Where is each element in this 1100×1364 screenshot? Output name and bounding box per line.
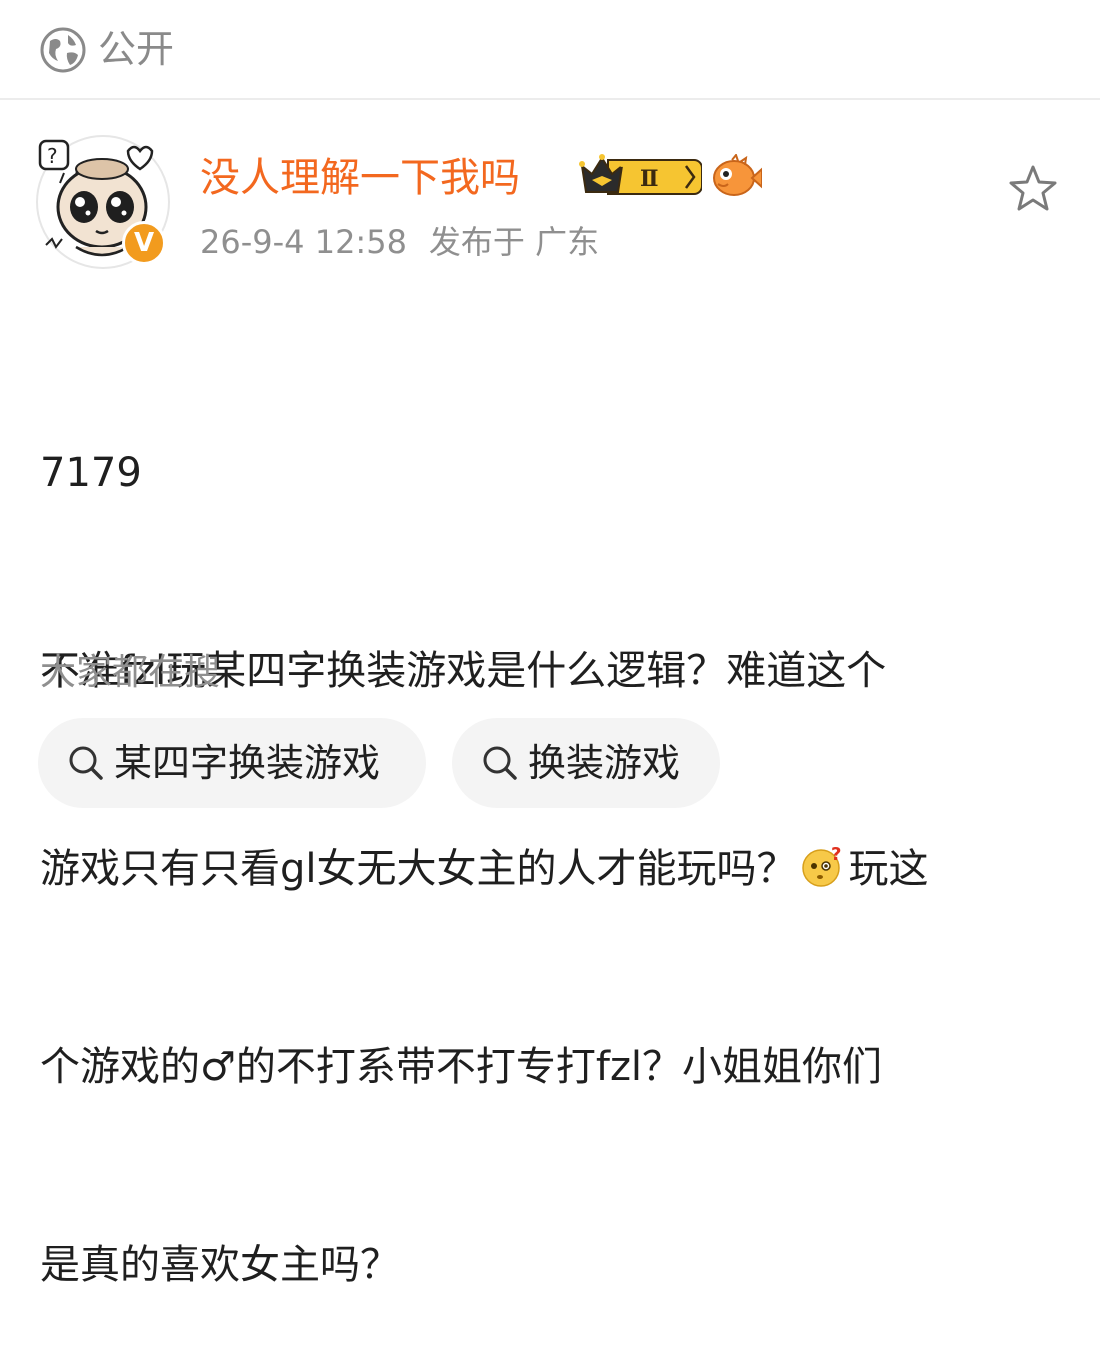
globe-icon <box>40 27 86 73</box>
search-chip[interactable]: 换装游戏 <box>452 718 720 808</box>
author-name[interactable]: 没人理解一下我吗 <box>200 150 520 206</box>
trending-search-title: 大家都在搜 <box>40 652 221 693</box>
svg-text:?: ? <box>831 844 841 865</box>
post-meta: 26-9-4 12:58 发布于 广东 <box>200 220 599 264</box>
avatar[interactable]: ? V <box>36 135 171 270</box>
visibility-bar[interactable]: 公开 <box>0 0 1100 100</box>
search-icon <box>483 746 517 780</box>
verified-badge: V <box>122 221 166 265</box>
post-content: 7179 不准fzl玩某四字换装游戏是什么逻辑？难道这个 游戏只有只看gl女无大… <box>40 308 1070 1364</box>
pufferfish-icon <box>713 154 762 196</box>
visibility-label: 公开 <box>98 27 175 71</box>
level-text: Ⅱ <box>640 166 659 192</box>
post-line-text: 玩这 <box>848 846 929 892</box>
post-time: 26-9-4 12:58 <box>200 223 407 261</box>
post-line: 游戏只有只看gl女无大女主的人才能玩吗？ ? 玩这 <box>40 836 1070 902</box>
confused-face-emoji-icon: ? <box>801 844 841 887</box>
post-line-text: 游戏只有只看gl女无大女主的人才能玩吗？ <box>40 846 797 892</box>
search-chip-label: 某四字换装游戏 <box>114 741 381 785</box>
post-line: 个游戏的♂的不打系带不打专打fzl？小姐姐你们 <box>40 1044 883 1090</box>
search-icon <box>69 746 103 780</box>
post-line: 7179 <box>40 450 142 496</box>
svg-text:?: ? <box>47 144 58 168</box>
search-chip-label: 换装游戏 <box>528 741 681 785</box>
crown-level-badge-icon[interactable]: Ⅱ <box>578 152 702 202</box>
favorite-star-icon[interactable] <box>1006 162 1060 216</box>
post-location: 发布于 广东 <box>428 223 600 261</box>
post-line: 是真的喜欢女主吗？ <box>40 1242 400 1288</box>
search-chip[interactable]: 某四字换装游戏 <box>38 718 426 808</box>
